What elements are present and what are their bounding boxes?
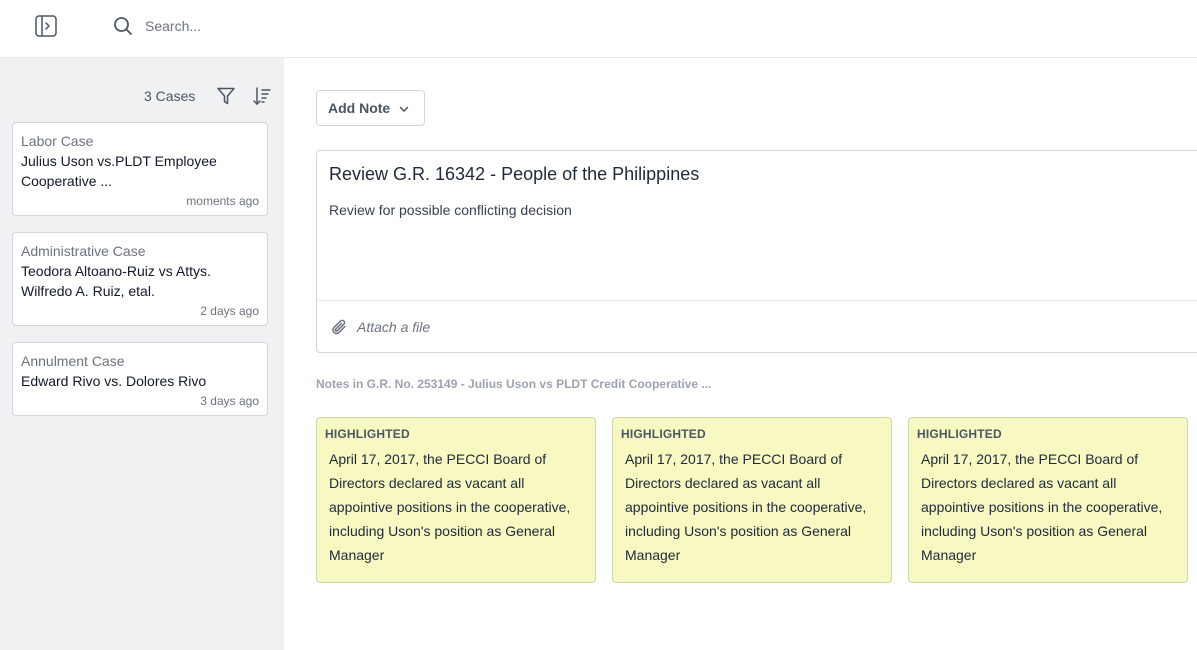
filter-icon[interactable] bbox=[216, 86, 236, 106]
add-note-button[interactable]: Add Note bbox=[316, 90, 425, 126]
highlight-text: April 17, 2017, the PECCI Board of Direc… bbox=[329, 451, 571, 563]
case-type: Administrative Case bbox=[21, 243, 146, 259]
case-card[interactable]: Annulment Case Edward Rivo vs. Dolores R… bbox=[12, 342, 268, 416]
case-title: Julius Uson vs.PLDT Employee Cooperative… bbox=[21, 153, 217, 189]
highlight-tag: HIGHLIGHTED bbox=[325, 427, 410, 441]
case-type: Labor Case bbox=[21, 133, 94, 149]
case-card[interactable]: Labor Case Julius Uson vs.PLDT Employee … bbox=[12, 122, 268, 216]
highlight-text: April 17, 2017, the PECCI Board of Direc… bbox=[921, 451, 1163, 563]
divider bbox=[317, 300, 1197, 301]
case-count: 3 Cases bbox=[144, 88, 196, 104]
case-timestamp: 2 days ago bbox=[200, 304, 259, 318]
note-body[interactable]: Review for possible conflicting decision bbox=[329, 202, 572, 218]
case-timestamp: moments ago bbox=[186, 194, 259, 208]
add-note-label: Add Note bbox=[328, 100, 391, 116]
top-bar bbox=[0, 0, 1197, 58]
highlight-card[interactable]: HIGHLIGHTED April 17, 2017, the PECCI Bo… bbox=[908, 417, 1188, 583]
sidebar-toggle-icon[interactable] bbox=[34, 15, 58, 37]
sort-icon[interactable] bbox=[252, 86, 272, 106]
case-sidebar: 3 Cases Labor Case Julius Uson vs.PLDT E… bbox=[0, 58, 284, 650]
main-content: Add Note Review G.R. 16342 - People of t… bbox=[284, 58, 1197, 650]
note-title[interactable]: Review G.R. 16342 - People of the Philip… bbox=[329, 164, 699, 185]
note-editor[interactable]: Review G.R. 16342 - People of the Philip… bbox=[316, 150, 1197, 353]
highlight-card[interactable]: HIGHLIGHTED April 17, 2017, the PECCI Bo… bbox=[316, 417, 596, 583]
case-title: Teodora Altoano-Ruiz vs Attys. Wilfredo … bbox=[21, 263, 211, 299]
search-input[interactable] bbox=[145, 14, 545, 38]
highlight-text: April 17, 2017, the PECCI Board of Direc… bbox=[625, 451, 867, 563]
highlight-tag: HIGHLIGHTED bbox=[917, 427, 1002, 441]
chevron-down-icon bbox=[398, 102, 410, 114]
case-title: Edward Rivo vs. Dolores Rivo bbox=[21, 373, 207, 389]
case-timestamp: 3 days ago bbox=[200, 394, 259, 408]
paperclip-icon[interactable] bbox=[330, 318, 348, 336]
attach-file-link[interactable]: Attach a file bbox=[357, 319, 430, 335]
case-type: Annulment Case bbox=[21, 353, 125, 369]
case-card[interactable]: Administrative Case Teodora Altoano-Ruiz… bbox=[12, 232, 268, 326]
highlight-tag: HIGHLIGHTED bbox=[621, 427, 706, 441]
highlight-card[interactable]: HIGHLIGHTED April 17, 2017, the PECCI Bo… bbox=[612, 417, 892, 583]
search-icon bbox=[113, 16, 133, 36]
notes-section-heading: Notes in G.R. No. 253149 - Julius Uson v… bbox=[316, 377, 712, 391]
